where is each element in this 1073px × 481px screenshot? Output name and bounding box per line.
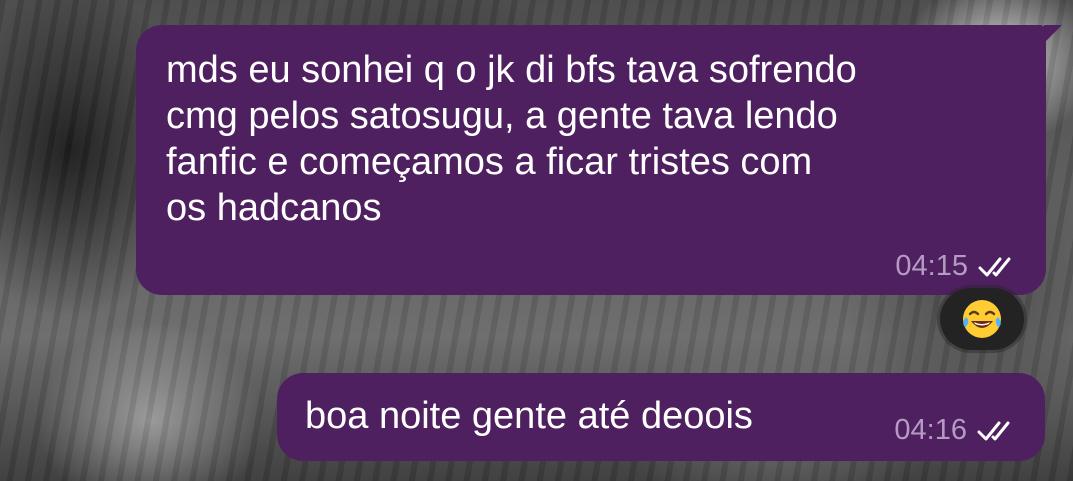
message-time: 04:16: [894, 414, 967, 446]
message-text: boa noite gente até deoois: [305, 395, 753, 437]
face-with-tears-of-joy-icon: [963, 300, 1001, 338]
message-time: 04:15: [895, 250, 968, 282]
double-check-icon: [977, 421, 1010, 440]
outgoing-message-bubble[interactable]: boa noite gente até deoois 04:16: [277, 373, 1045, 461]
reaction-badge[interactable]: [940, 288, 1024, 350]
message-meta: 04:15: [895, 250, 1022, 283]
message-text: mds eu sonhei q o jk di bfs tava sofrend…: [166, 49, 857, 229]
message-meta: 04:16: [894, 414, 1021, 447]
outgoing-message-bubble[interactable]: mds eu sonhei q o jk di bfs tava sofrend…: [136, 25, 1062, 295]
double-check-icon: [978, 257, 1011, 276]
